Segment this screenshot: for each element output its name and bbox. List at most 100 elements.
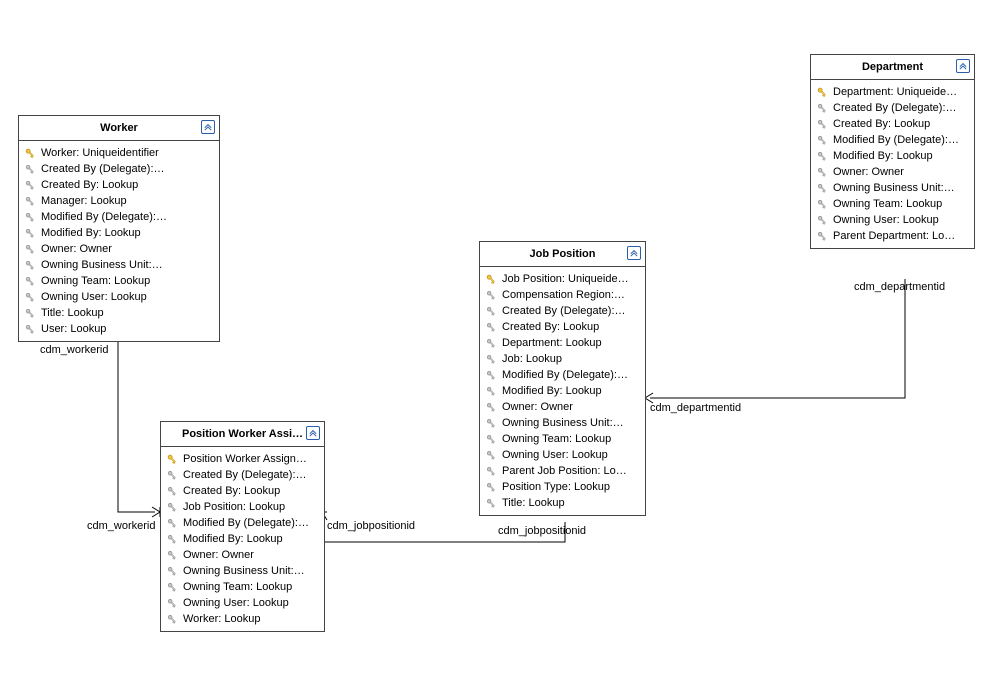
attribute-row[interactable]: Modified By: Lookup xyxy=(163,531,322,547)
attribute-row[interactable]: Owning User: Lookup xyxy=(482,447,643,463)
attr-list: Worker: Uniqueidentifier Created By (Dele… xyxy=(19,141,219,341)
lookup-key-icon xyxy=(165,532,179,546)
attribute-row[interactable]: Owning Team: Lookup xyxy=(813,196,972,212)
attribute-text: Title: Lookup xyxy=(41,307,104,319)
attribute-row[interactable]: Job Position: Uniqueide… xyxy=(482,271,643,287)
attribute-row[interactable]: Owning Business Unit:… xyxy=(482,415,643,431)
entity-header[interactable]: Worker xyxy=(19,116,219,141)
lookup-key-icon xyxy=(484,400,498,414)
lookup-key-icon xyxy=(484,432,498,446)
attribute-text: Created By (Delegate):… xyxy=(41,163,165,175)
attribute-row[interactable]: User: Lookup xyxy=(21,321,217,337)
attribute-row[interactable]: Position Type: Lookup xyxy=(482,479,643,495)
lookup-key-icon xyxy=(165,468,179,482)
attribute-text: Manager: Lookup xyxy=(41,195,127,207)
attribute-text: Modified By: Lookup xyxy=(833,150,933,162)
entity-header[interactable]: Position Worker Assi… xyxy=(161,422,324,447)
attribute-row[interactable]: Owning Business Unit:… xyxy=(813,180,972,196)
lookup-key-icon xyxy=(165,516,179,530)
lookup-key-icon xyxy=(815,213,829,227)
attribute-row[interactable]: Created By (Delegate):… xyxy=(21,161,217,177)
attribute-text: Modified By: Lookup xyxy=(183,533,283,545)
attribute-text: Owning Business Unit:… xyxy=(183,565,305,577)
collapse-icon[interactable] xyxy=(306,426,320,440)
lookup-key-icon xyxy=(815,181,829,195)
attribute-row[interactable]: Owner: Owner xyxy=(813,164,972,180)
attribute-text: Owner: Owner xyxy=(502,401,573,413)
attribute-row[interactable]: Department: Lookup xyxy=(482,335,643,351)
attribute-text: Owning Team: Lookup xyxy=(833,198,942,210)
attribute-text: Modified By (Delegate):… xyxy=(502,369,628,381)
attribute-row[interactable]: Parent Department: Lo… xyxy=(813,228,972,244)
attribute-row[interactable]: Created By: Lookup xyxy=(21,177,217,193)
lookup-key-icon xyxy=(484,352,498,366)
attribute-row[interactable]: Job: Lookup xyxy=(482,351,643,367)
attribute-text: Owning User: Lookup xyxy=(502,449,608,461)
entity-position-worker-assignment[interactable]: Position Worker Assi… Position Worker As… xyxy=(160,421,325,632)
attribute-row[interactable]: Owning User: Lookup xyxy=(163,595,322,611)
attribute-row[interactable]: Owning Business Unit:… xyxy=(163,563,322,579)
collapse-icon[interactable] xyxy=(956,59,970,73)
attribute-text: Job Position: Uniqueide… xyxy=(502,273,629,285)
entity-worker[interactable]: Worker Worker: Uniqueidentifier Created B… xyxy=(18,115,220,342)
attribute-row[interactable]: Worker: Uniqueidentifier xyxy=(21,145,217,161)
collapse-icon[interactable] xyxy=(627,246,641,260)
lookup-key-icon xyxy=(484,320,498,334)
lookup-key-icon xyxy=(484,448,498,462)
lookup-key-icon xyxy=(23,210,37,224)
attribute-row[interactable]: Owning Team: Lookup xyxy=(482,431,643,447)
attribute-text: Owning Business Unit:… xyxy=(41,259,163,271)
attribute-row[interactable]: Created By (Delegate):… xyxy=(813,100,972,116)
attribute-row[interactable]: Department: Uniqueide… xyxy=(813,84,972,100)
attribute-row[interactable]: Compensation Region:… xyxy=(482,287,643,303)
attribute-text: Department: Lookup xyxy=(502,337,602,349)
attr-list: Job Position: Uniqueide… Compensation Reg… xyxy=(480,267,645,515)
attribute-row[interactable]: Owning Team: Lookup xyxy=(163,579,322,595)
entity-title: Department xyxy=(862,61,923,73)
attribute-row[interactable]: Owner: Owner xyxy=(163,547,322,563)
attribute-text: Compensation Region:… xyxy=(502,289,625,301)
attribute-row[interactable]: Owning Team: Lookup xyxy=(21,273,217,289)
attribute-row[interactable]: Owning Business Unit:… xyxy=(21,257,217,273)
attribute-row[interactable]: Worker: Lookup xyxy=(163,611,322,627)
lookup-key-icon xyxy=(165,548,179,562)
lookup-key-icon xyxy=(484,368,498,382)
attribute-row[interactable]: Modified By (Delegate):… xyxy=(163,515,322,531)
entity-job-position[interactable]: Job Position Job Position: Uniqueide… Com… xyxy=(479,241,646,516)
attribute-row[interactable]: Created By (Delegate):… xyxy=(163,467,322,483)
attribute-row[interactable]: Modified By (Delegate):… xyxy=(482,367,643,383)
attribute-row[interactable]: Modified By: Lookup xyxy=(482,383,643,399)
attribute-row[interactable]: Modified By: Lookup xyxy=(813,148,972,164)
attribute-row[interactable]: Owning User: Lookup xyxy=(21,289,217,305)
attribute-row[interactable]: Title: Lookup xyxy=(482,495,643,511)
attribute-row[interactable]: Created By: Lookup xyxy=(813,116,972,132)
entity-header[interactable]: Job Position xyxy=(480,242,645,267)
attribute-row[interactable]: Title: Lookup xyxy=(21,305,217,321)
attribute-row[interactable]: Created By (Delegate):… xyxy=(482,303,643,319)
attribute-text: Created By: Lookup xyxy=(41,179,138,191)
attribute-text: Owning User: Lookup xyxy=(833,214,939,226)
attribute-row[interactable]: Modified By: Lookup xyxy=(21,225,217,241)
lookup-key-icon xyxy=(815,165,829,179)
entity-department[interactable]: Department Department: Uniqueide…Created… xyxy=(810,54,975,249)
collapse-icon[interactable] xyxy=(201,120,215,134)
attribute-row[interactable]: Manager: Lookup xyxy=(21,193,217,209)
attr-list: Department: Uniqueide…Created By (Delega… xyxy=(811,80,974,248)
attribute-row[interactable]: Owning User: Lookup xyxy=(813,212,972,228)
attribute-text: Worker: Lookup xyxy=(183,613,260,625)
attribute-row[interactable]: Modified By (Delegate):… xyxy=(813,132,972,148)
attribute-text: Worker: Uniqueidentifier xyxy=(41,147,159,159)
attribute-row[interactable]: Job Position: Lookup xyxy=(163,499,322,515)
attribute-row[interactable]: Created By: Lookup xyxy=(163,483,322,499)
attribute-row[interactable]: Parent Job Position: Lo… xyxy=(482,463,643,479)
attribute-row[interactable]: Position Worker Assign… xyxy=(163,451,322,467)
attribute-text: Job: Lookup xyxy=(502,353,562,365)
attribute-row[interactable]: Modified By (Delegate):… xyxy=(21,209,217,225)
attribute-row[interactable]: Created By: Lookup xyxy=(482,319,643,335)
attribute-row[interactable]: Owner: Owner xyxy=(482,399,643,415)
entity-header[interactable]: Department xyxy=(811,55,974,80)
primary-key-icon xyxy=(23,146,37,160)
lookup-key-icon xyxy=(815,197,829,211)
attribute-row[interactable]: Owner: Owner xyxy=(21,241,217,257)
entity-title: Job Position xyxy=(530,248,596,260)
